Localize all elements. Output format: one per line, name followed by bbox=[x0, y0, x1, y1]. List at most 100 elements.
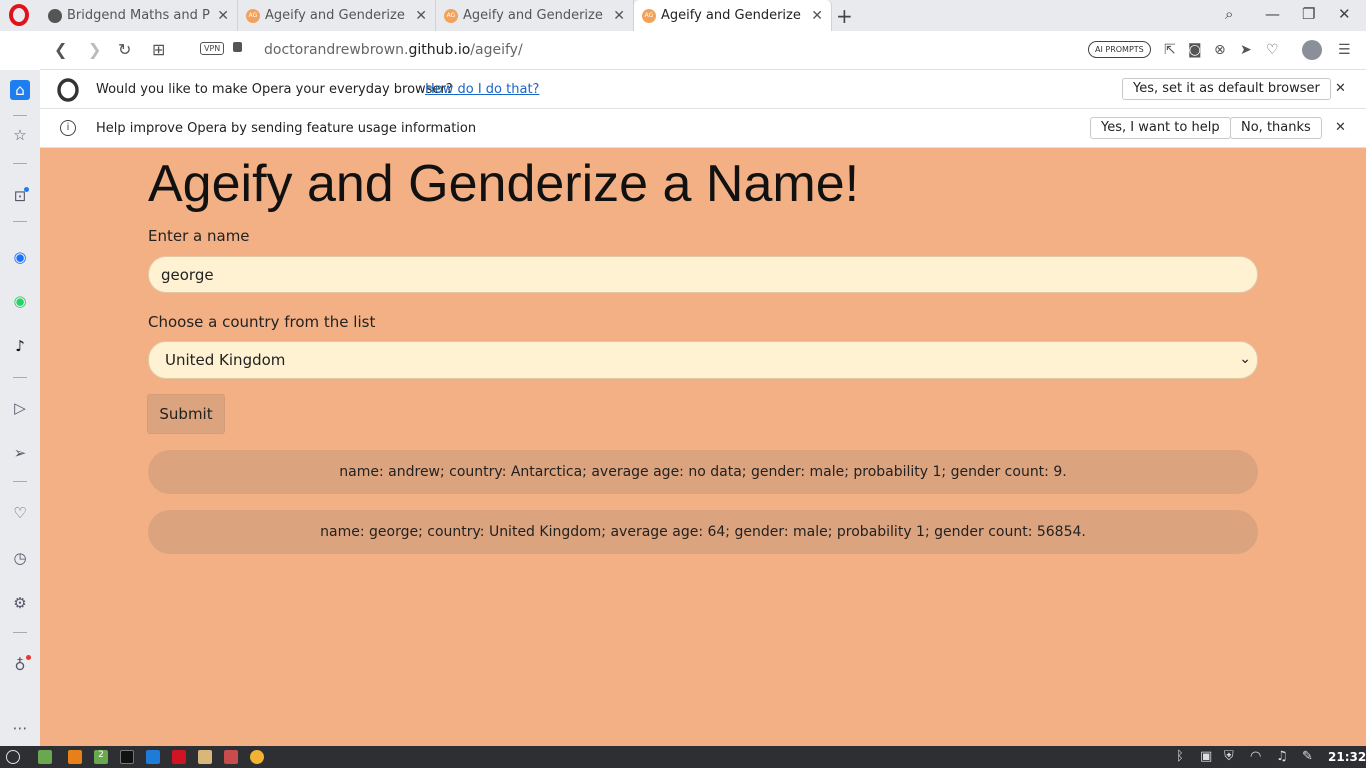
close-icon[interactable]: ✕ bbox=[613, 8, 625, 24]
files-icon[interactable] bbox=[38, 750, 52, 764]
close-icon[interactable]: ✕ bbox=[811, 8, 823, 24]
ag-icon: AG bbox=[444, 8, 458, 23]
info-icon: i bbox=[60, 120, 76, 136]
submit-button[interactable]: Submit bbox=[147, 394, 225, 434]
settings-menu-icon[interactable]: ☰ bbox=[1338, 42, 1351, 58]
notes-icon[interactable]: ✎ bbox=[1302, 749, 1313, 764]
close-icon[interactable]: ✕ bbox=[1335, 81, 1346, 96]
ag-icon: AG bbox=[642, 8, 656, 23]
sidebar-divider bbox=[13, 481, 27, 482]
chevron-down-icon: ⌄ bbox=[1239, 351, 1251, 367]
accept-help-button[interactable]: Yes, I want to help bbox=[1090, 117, 1231, 139]
back-icon[interactable]: ❮ bbox=[54, 40, 67, 59]
shield-icon[interactable]: ⛨ bbox=[1224, 749, 1234, 764]
heart-icon[interactable]: ♡ bbox=[1266, 42, 1279, 58]
tabs-grid-icon[interactable]: ⊞ bbox=[152, 40, 165, 59]
how-to-link[interactable]: How do I do that? bbox=[425, 82, 539, 97]
clock: 21:32 bbox=[1328, 750, 1366, 764]
history-icon[interactable]: ◷ bbox=[10, 548, 30, 568]
camera-icon[interactable]: ◙ bbox=[1188, 42, 1202, 58]
close-icon[interactable]: ✕ bbox=[217, 8, 229, 24]
result-item: name: andrew; country: Antarctica; avera… bbox=[148, 450, 1258, 494]
home-icon[interactable]: ⌂ bbox=[10, 80, 30, 100]
notification-dot bbox=[24, 187, 29, 192]
tab-title: Ageify and Genderize a N bbox=[265, 8, 409, 23]
sidebar-divider bbox=[13, 115, 27, 116]
close-icon[interactable]: ✕ bbox=[415, 8, 427, 24]
bookmarks-heart-icon[interactable]: ♡ bbox=[10, 503, 30, 523]
infobar-message: Help improve Opera by sending feature us… bbox=[96, 121, 477, 136]
tab-ageify-1[interactable]: AG Ageify and Genderize a N ✕ bbox=[238, 0, 436, 31]
settings-icon[interactable]: ⚙ bbox=[10, 593, 30, 613]
infobar-message: Would you like to make Opera your everyd… bbox=[96, 82, 453, 97]
lock-icon[interactable] bbox=[233, 42, 242, 52]
search-icon[interactable]: ⌕ bbox=[1225, 5, 1233, 23]
country-label: Choose a country from the list bbox=[148, 313, 376, 331]
default-browser-infobar: Would you like to make Opera your everyd… bbox=[40, 70, 1366, 109]
sidebar-divider bbox=[13, 221, 27, 222]
close-icon[interactable]: ✕ bbox=[1335, 120, 1346, 135]
tab-bridgend[interactable]: Bridgend Maths and Phy ✕ bbox=[40, 0, 238, 31]
ag-icon: AG bbox=[246, 8, 260, 23]
name-label: Enter a name bbox=[148, 227, 250, 245]
name-input[interactable] bbox=[148, 256, 1258, 293]
reload-icon[interactable]: ↻ bbox=[118, 40, 131, 59]
github-icon bbox=[48, 8, 62, 23]
notification-dot bbox=[26, 655, 31, 660]
opera-o-icon bbox=[57, 78, 79, 102]
page-title: Ageify and Genderize a Name! bbox=[148, 155, 860, 213]
firefox-icon[interactable] bbox=[68, 750, 82, 764]
tab-strip: Bridgend Maths and Phy ✕ AG Ageify and G… bbox=[0, 0, 1366, 31]
archive-icon[interactable] bbox=[198, 750, 212, 764]
share-icon[interactable]: ⇱ bbox=[1164, 42, 1176, 58]
sidebar-divider bbox=[13, 163, 27, 164]
set-default-button[interactable]: Yes, set it as default browser bbox=[1122, 78, 1331, 100]
tab-title: Bridgend Maths and Phy bbox=[67, 8, 212, 23]
sidebar-divider bbox=[13, 377, 27, 378]
opera-logo-icon[interactable] bbox=[8, 4, 30, 26]
flow-icon[interactable]: ➢ bbox=[10, 443, 30, 463]
country-select[interactable]: United Kingdom ⌄ bbox=[148, 341, 1258, 379]
sound-icon[interactable]: ♫ bbox=[1276, 749, 1288, 764]
url-field[interactable]: doctorandrewbrown.github.io/ageify/ bbox=[264, 42, 523, 58]
chrome-icon[interactable] bbox=[250, 750, 264, 764]
opera-taskbar-icon[interactable] bbox=[172, 750, 186, 764]
tab-title: Ageify and Genderize a N bbox=[463, 8, 607, 23]
avatar[interactable] bbox=[1302, 40, 1322, 60]
result-item: name: george; country: United Kingdom; a… bbox=[148, 510, 1258, 554]
maximize-icon[interactable]: ❐ bbox=[1302, 5, 1315, 23]
adblock-icon[interactable]: ⊗ bbox=[1214, 42, 1226, 58]
workspace-icon[interactable]: 2 bbox=[94, 750, 108, 764]
tab-ageify-active[interactable]: AG Ageify and Genderize a N ✕ bbox=[634, 0, 832, 31]
more-icon[interactable]: ⋯ bbox=[10, 718, 30, 738]
wifi-icon[interactable]: ◠ bbox=[1250, 749, 1261, 764]
sidebar-divider bbox=[13, 632, 27, 633]
vpn-badge[interactable]: VPN bbox=[200, 42, 225, 55]
usage-infobar: i Help improve Opera by sending feature … bbox=[40, 109, 1366, 148]
window-close-icon[interactable]: ✕ bbox=[1338, 5, 1351, 23]
send-icon[interactable]: ➤ bbox=[1240, 42, 1252, 58]
minimize-icon[interactable]: — bbox=[1265, 5, 1280, 23]
decline-button[interactable]: No, thanks bbox=[1230, 117, 1322, 139]
country-selected-value: United Kingdom bbox=[165, 351, 286, 369]
new-tab-icon[interactable]: + bbox=[836, 4, 853, 28]
ai-prompts-button[interactable]: AI PROMPTS bbox=[1088, 41, 1151, 58]
tiktok-icon[interactable]: ♪ bbox=[10, 336, 30, 356]
player-icon[interactable]: ▷ bbox=[10, 398, 30, 418]
taskbar: 2 ᛒ ▣ ⛨ ◠ ♫ ✎ 21:32 bbox=[0, 746, 1366, 768]
messenger-icon[interactable]: ◉ bbox=[10, 247, 30, 267]
tab-title: Ageify and Genderize a N bbox=[661, 8, 805, 23]
vscode-icon[interactable] bbox=[146, 750, 160, 764]
sidebar: ⌂ ☆ ⊡ ◉ ◉ ♪ ▷ ➢ ♡ ◷ ⚙ ♁ ⋯ bbox=[0, 70, 40, 746]
bluetooth-icon[interactable]: ᛒ bbox=[1176, 749, 1184, 764]
address-bar: ❮ ❯ ↻ ⊞ VPN doctorandrewbrown.github.io/… bbox=[40, 31, 1366, 70]
star-icon[interactable]: ☆ bbox=[10, 125, 30, 145]
tab-ageify-2[interactable]: AG Ageify and Genderize a N ✕ bbox=[436, 0, 634, 31]
menu-icon[interactable] bbox=[6, 750, 20, 764]
whatsapp-icon[interactable]: ◉ bbox=[10, 291, 30, 311]
image-viewer-icon[interactable] bbox=[224, 750, 238, 764]
page-content: Ageify and Genderize a Name! Enter a nam… bbox=[40, 148, 1366, 746]
terminal-icon[interactable] bbox=[120, 750, 134, 764]
clipboard-icon[interactable]: ▣ bbox=[1200, 749, 1212, 764]
forward-icon[interactable]: ❯ bbox=[88, 40, 101, 59]
